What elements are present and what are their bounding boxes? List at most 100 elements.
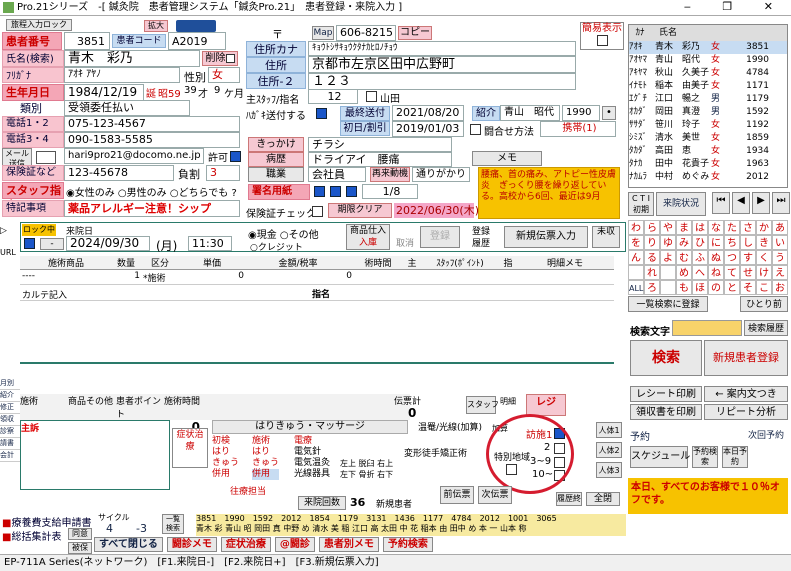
kana-key[interactable]: ん [628, 250, 644, 265]
kana-key[interactable]: た [724, 220, 740, 235]
receipt-out-button[interactable]: 領収書を印刷 [630, 404, 702, 420]
fracture[interactable]: 骨折 [359, 470, 375, 479]
kana-key[interactable]: へ [692, 265, 708, 280]
yoyaku-search-button[interactable]: 予約検索 [692, 446, 718, 468]
easy-view-checkbox[interactable] [596, 35, 608, 46]
memo-button[interactable]: メモ [472, 151, 542, 166]
initial-group[interactable]: 初検 はり きゅう 併用 [212, 436, 239, 480]
revisit-label[interactable]: 再来動機 [370, 167, 410, 182]
patient-list-item[interactable]: ｴｸﾞﾁ 江口 暢之男 1179 [629, 93, 787, 106]
search-input[interactable] [672, 320, 742, 336]
chief-complaint[interactable]: 主訴 [20, 420, 170, 490]
left-lower[interactable]: 左下 [340, 470, 356, 479]
radio-any-icon[interactable]: ○ [170, 188, 179, 199]
price-cell[interactable]: 0 [180, 271, 244, 284]
kana-key[interactable]: ま [676, 220, 692, 235]
job-select[interactable]: 会社員 [308, 167, 366, 182]
kana-key[interactable]: え [772, 265, 788, 280]
easy-view-button[interactable]: 簡易表示 [580, 22, 624, 50]
next-record-icon[interactable]: ▶ [752, 192, 770, 214]
kana-key[interactable]: き [756, 235, 772, 250]
history-number[interactable]: 1001 [508, 514, 528, 524]
radio-female-icon[interactable]: ◉ [66, 188, 75, 199]
kana-key[interactable]: ほ [692, 280, 708, 295]
insurance-field[interactable]: 123-45678 [64, 165, 174, 181]
kana-key[interactable]: を [628, 235, 644, 250]
kana-key[interactable]: わ [628, 220, 644, 235]
kana-key[interactable]: け [756, 265, 772, 280]
patient-list-item[interactable]: ｱｷﾔﾏ 秋山 久美子女 4784 [629, 67, 787, 80]
history-number[interactable]: 1177 [423, 514, 443, 524]
patient-memo-button[interactable]: 患者別メモ [318, 537, 379, 552]
sofuku-link[interactable]: ■総括集計表 [2, 528, 61, 543]
visit-count-button[interactable]: 来院回数 [298, 496, 346, 510]
visit-history-strip[interactable]: 3851 1990 1592 2012 1854 1179 3131 1436 1177 4784… [196, 514, 626, 536]
kana-key[interactable]: さ [740, 220, 756, 235]
radio-male-icon[interactable]: ○ [118, 188, 127, 199]
disease-label[interactable]: 病歴 [248, 152, 304, 167]
last-send-field[interactable]: 2021/08/20 [392, 105, 464, 121]
intro-no-field[interactable]: 1990 [562, 105, 600, 121]
history-number[interactable]: 1854 [309, 514, 329, 524]
sejutsu-group[interactable]: 施術 はり きゅう 併用 [252, 436, 280, 480]
memo-list-button[interactable]: 闘診メモ [166, 537, 217, 552]
goods-in-button[interactable]: 商品仕入 入庫 [346, 224, 390, 250]
patient-list-item[interactable]: ｱｵﾔﾏ 青山 昭代女 1990 [629, 54, 787, 67]
guide-button[interactable]: ← 案内文つき [704, 386, 788, 402]
type-select[interactable]: 受領委任払い [64, 100, 190, 116]
kana-key[interactable]: な [708, 220, 724, 235]
bone-group[interactable]: 左上 脱臼 右上 左下 骨折 右下 [340, 458, 393, 480]
staff-button[interactable]: スタッフ [466, 396, 499, 414]
patient-list-item[interactable]: ﾀﾅｶ 田中 花貴子女 1963 [629, 158, 787, 171]
initial-heiyo[interactable]: 併用 [212, 469, 239, 480]
history-number[interactable]: 1990 [224, 514, 244, 524]
kana-key[interactable]: も [676, 280, 692, 295]
credit-radio[interactable]: ○クレジット [250, 240, 303, 253]
kana-key[interactable]: す [740, 250, 756, 265]
patient-list-rows[interactable]: ｱｵｷ 青木 彩乃女 3851 ｱｵﾔﾏ 青山 昭代女 1990 ｱｷﾔﾏ 秋山 久美子女 47… [629, 41, 787, 184]
denryo-group[interactable]: 電療 電気針 電気温灸 光線器具 [294, 436, 330, 480]
expire-clear-button[interactable]: 期限クリア [328, 203, 392, 218]
mail-field[interactable]: hari9pro21@docomo.ne.jp [64, 148, 204, 164]
addr2-field[interactable]: １２３ [308, 73, 576, 90]
first-discount-field[interactable]: 2019/01/03 [392, 121, 464, 137]
kana-field[interactable]: ｱｵｷ ｱﾔﾉ [64, 67, 180, 83]
kana-key[interactable]: ふ [692, 250, 708, 265]
kana-key[interactable]: の [708, 280, 724, 295]
register-history[interactable]: 登録履歴 [472, 226, 496, 250]
kana-key[interactable]: せ [740, 265, 756, 280]
visit-time-field[interactable]: 11:30 [188, 236, 232, 251]
search-history-button[interactable]: 検索履歴 [744, 320, 788, 336]
tel34-label[interactable]: 電話3・4 [2, 132, 64, 148]
qty-cell[interactable]: 1 [112, 271, 140, 284]
unpaid-button[interactable]: 未収 [592, 226, 620, 248]
enlarge-button[interactable]: 拡大 [144, 20, 168, 32]
left-upper[interactable]: 左上 [340, 459, 356, 468]
trigger-label[interactable]: きっかけ [248, 137, 304, 152]
history-number[interactable]: 4784 [451, 514, 471, 524]
initial-hari[interactable]: はり [212, 447, 239, 458]
sex-select[interactable]: 女 [208, 67, 240, 83]
trigger-select[interactable]: チラシ [308, 137, 452, 152]
slip-row-1[interactable]: ---- 1 *施術 0 0 [20, 271, 614, 285]
elec-needle[interactable]: 電気針 [294, 447, 330, 458]
addr-kana-field[interactable]: ｷｮｳﾄｼｻｷｮｳｸﾀﾅｶﾋﾛﾉﾁｮｳ [308, 41, 576, 56]
kana-key[interactable]: ゆ [660, 235, 676, 250]
person-3-button[interactable]: 人体3 [596, 462, 622, 478]
kana-key[interactable]: め [676, 265, 692, 280]
history-number[interactable]: 1179 [338, 514, 358, 524]
patient-list-item[interactable]: ｵｶﾀﾞ 岡田 真澄男 1592 [629, 106, 787, 119]
repeat-analysis-button[interactable]: リピート分析 [704, 404, 788, 420]
window-controls[interactable]: ‒ ❐ ✕ [684, 0, 787, 13]
kana-key[interactable]: や [660, 220, 676, 235]
amount-cell[interactable]: 0 [244, 271, 352, 284]
patient-list[interactable]: ｶﾅ 氏名 ｱｵｷ 青木 彩乃女 3851 ｱｵﾔﾏ 青山 昭代女 1990 ｱｷﾔﾏ 秋山 … [628, 24, 788, 188]
kana-index-grid[interactable]: わらやまはなたさかあをりゆみひにちしきいんるよむふぬつすくうれめへねてせけえ AL… [628, 220, 788, 295]
history-number[interactable]: 1436 [395, 514, 415, 524]
revisit-select[interactable]: 通りがかり [412, 167, 470, 182]
patient-list-item[interactable]: ﾅｶﾑﾗ 中村 めぐみ女 2012 [629, 171, 787, 184]
kana-key[interactable]: ち [724, 235, 740, 250]
kana-key[interactable]: よ [660, 250, 676, 265]
kana-key[interactable]: と [724, 280, 740, 295]
kana-key[interactable]: う [772, 250, 788, 265]
